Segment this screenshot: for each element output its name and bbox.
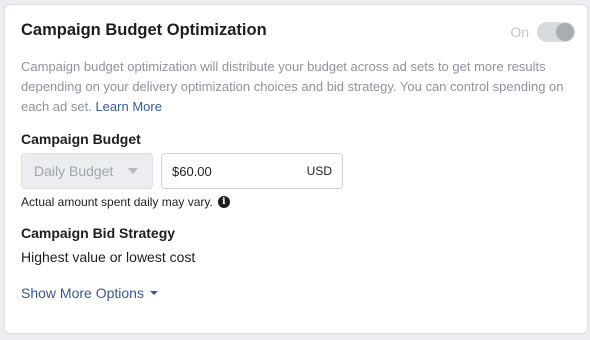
toggle-knob[interactable] [556, 23, 574, 41]
bid-strategy-label: Campaign Bid Strategy [21, 225, 176, 241]
budget-amount-field[interactable]: USD [161, 153, 343, 189]
budget-type-select[interactable]: Daily Budget [21, 153, 153, 189]
info-icon[interactable]: i [217, 196, 230, 208]
toggle-state-label: On [510, 24, 529, 40]
cbo-toggle-switch[interactable] [537, 22, 575, 42]
budget-amount-input[interactable] [172, 163, 292, 179]
campaign-budget-label: Campaign Budget [21, 131, 141, 147]
caret-down-icon [149, 291, 158, 295]
cbo-toggle-group: On [510, 22, 575, 42]
budget-type-value: Daily Budget [34, 163, 114, 179]
chevron-down-icon [128, 168, 138, 174]
campaign-budget-optimization-card: Campaign Budget Optimization On Campaign… [4, 4, 588, 334]
budget-note: Actual amount spent daily may vary. i [21, 195, 230, 209]
budget-note-text: Actual amount spent daily may vary. [21, 195, 213, 209]
bid-strategy-value: Highest value or lowest cost [21, 249, 196, 265]
learn-more-link[interactable]: Learn More [95, 99, 161, 114]
show-more-options-label: Show More Options [21, 285, 144, 301]
show-more-options-link[interactable]: Show More Options [21, 285, 158, 301]
section-title: Campaign Budget Optimization [21, 21, 267, 39]
currency-label: USD [306, 164, 332, 178]
cbo-description: Campaign budget optimization will distri… [21, 57, 577, 117]
